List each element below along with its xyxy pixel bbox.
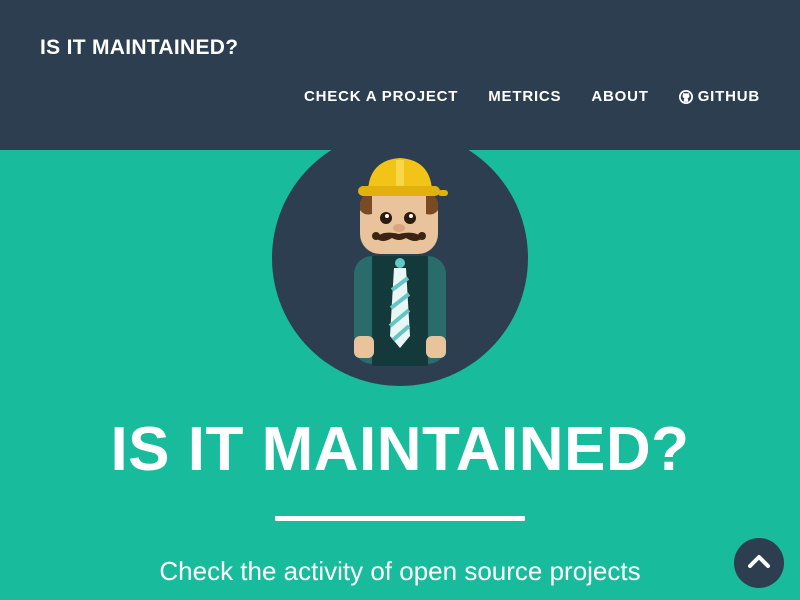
nav-metrics-label: METRICS (488, 88, 562, 105)
scroll-to-top-button[interactable] (734, 538, 784, 588)
nav-github-label: GITHUB (697, 88, 760, 105)
nav-about-label: ABOUT (591, 88, 649, 105)
hero-subtitle: Check the activity of open source projec… (159, 556, 641, 586)
hero-divider (275, 516, 525, 521)
nav-about[interactable]: ABOUT (591, 88, 648, 105)
nav-check-a-project[interactable]: CHECK A PROJECT (304, 88, 458, 105)
nav-check-a-project-label: CHECK A PROJECT (304, 88, 459, 105)
mascot-avatar (272, 130, 528, 386)
navbar: IS IT MAINTAINED? CHECK A PROJECT METRIC… (0, 0, 800, 150)
hero-title: IS IT MAINTAINED? (110, 415, 690, 484)
brand-link[interactable]: IS IT MAINTAINED? (40, 36, 238, 60)
nav-github[interactable]: GITHUB (678, 88, 760, 105)
github-icon (678, 89, 693, 104)
chevron-up-icon (748, 554, 770, 573)
nav-metrics[interactable]: METRICS (488, 88, 561, 105)
main-nav: CHECK A PROJECT METRICS ABOUT GITHUB (304, 88, 760, 105)
